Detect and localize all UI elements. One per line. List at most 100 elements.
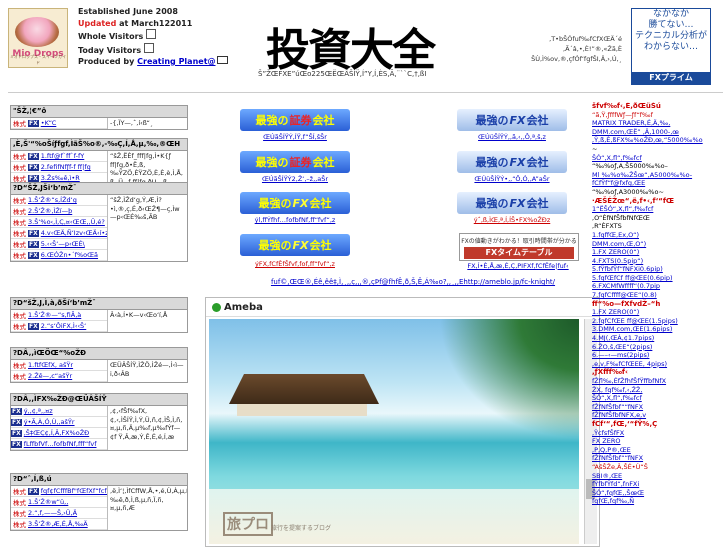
list-item-link[interactable]: ý,‚¢,ª,‚¤z (24, 407, 53, 415)
list-item-link[interactable]: 6.ŒÓŽn•´f%oŒã (41, 251, 98, 259)
ranking-link[interactable]: 1.FX ZERO(0“) (592, 308, 724, 317)
list-item-link[interactable]: 2.“s‘ÔiFX,Ì‹‹Š‘ (41, 322, 87, 330)
ranking-link[interactable]: 5.fŸfbfŸf“fNFXi0.6pip) (592, 265, 724, 274)
list-item-link[interactable]: 1.Š‘Ž®—“s‚fiÃ‚à (28, 311, 81, 319)
ranking-link[interactable]: fŽfl‰‚ÉfŽfhfŠfŸffbfNfX (592, 377, 724, 386)
ranking-link[interactable]: ŽX‚ fqf‰f‚‹‚ŽŽ‚ (592, 386, 724, 395)
list-item[interactable]: FX ‚Š‡ŒÇ¢,Í,Â‚FX%oŽÐ (11, 428, 107, 439)
fx-company-banner[interactable]: 最強の FX 会社 (240, 192, 350, 214)
ranking-link[interactable]: fqfŒ‚fqf‰‚Ñ (592, 497, 724, 506)
list-item-link[interactable]: fLffbfVf…fofbfNf‚fff“fvf (24, 440, 97, 448)
ranking-link[interactable]: 6.FXCMfWffff“(0.7pip (592, 282, 724, 291)
ranking-link[interactable]: FX ZERO (592, 437, 724, 446)
banner-caption[interactable]: ýˆ‚ß,ÌŒ‚ª,Í,ÍŠ•FX%oŽÐz (432, 216, 592, 224)
list-item-link[interactable]: 3.Š‘Ž®,Æ,É,Å,‰Ä (28, 520, 88, 528)
list-item-link[interactable]: 1.ftfŒfX‚ ašŸr (28, 361, 73, 369)
ranking-link[interactable]: 4.MJ(‚ŒÀ‚¢1.7pips) (592, 334, 724, 343)
list-item[interactable]: 株式 3.Š‘Ž®,Æ,É,Å,‰Ä (11, 519, 107, 530)
ranking-link[interactable]: SBI®‚ŒE (592, 472, 724, 481)
list-item-link[interactable]: ‚Š‡ŒÇ¢,Í,Â‚FX%oŽÐ (24, 429, 89, 437)
fx-prime-banner[interactable]: なかなか 勝てない… テクニカル分析が わからない… FXプライム (631, 8, 711, 85)
list-item-link[interactable]: 3.Žs‰ê,ì•R (41, 174, 80, 182)
ranking-link[interactable]: 1.fqffŒ‚Ex‚O“) (592, 231, 724, 240)
list-item-link[interactable]: 1.ftf@f`ff`f-fY (41, 152, 85, 160)
banner-caption-link[interactable]: FX,Í•È,Å‚æ,É‚Ç,PIFXf‚fCfÊfe|fuf‹ (467, 262, 568, 270)
list-item[interactable]: 株式 1.Š‘Ž®w“ü,‚ (11, 497, 107, 508)
banner-caption[interactable]: FX,Í•È,Å‚æ,É‚Ç,PIFXf‚fCfÊfe|fuf‹ (438, 262, 598, 270)
banner-caption[interactable]: ŒÚãŠÍŸÝ2,Ž‘‚–ž‚‚aŠr (215, 175, 375, 183)
banner-caption[interactable]: ýl,ffÝfhf…fofbfNf‚ff“fvf“‚z (215, 216, 375, 224)
ranking-link[interactable]: 2.fqfCfŒE ff@ŒE(1.5pips) (592, 317, 724, 326)
banner-caption-link[interactable]: ŒÚüŠÍŸÝ,‚ã,‹‚‚Ô,ª,š‚z (478, 133, 546, 141)
ranking-link[interactable]: ,e,v,F‰fCfŒEE‚ 4pips) (592, 360, 724, 369)
ranking-link[interactable]: 6.—–‹—ms(2pips) (592, 351, 724, 360)
banner-caption-link[interactable]: ýl,ffÝfhf…fofbfNf‚ff“fvf“‚z (255, 216, 336, 224)
ranking-link[interactable]: DMM.com‚Œ‚O“) (592, 240, 724, 249)
list-item-link[interactable]: 1.Š‘Ž®w“ü,‚ (28, 498, 68, 506)
list-item-link[interactable]: 2.Žê—‚c“ašŸr (28, 372, 72, 380)
list-item[interactable]: 株式 FX 6.ŒÓŽn•´f%oŒã (11, 250, 107, 261)
list-item[interactable]: 株式 1.Š‘Ž®“s,ÍŽd‘g (11, 195, 107, 206)
list-item-link[interactable]: fqf¢fCfffBf"fŒfXf“fcf‹ (41, 487, 107, 495)
list-item[interactable]: 株式 3.Š‘%o‹,Ì,Ç‚¤‹ŒŒ‚,Ü,é? (11, 217, 107, 228)
banner-caption[interactable]: ŒÚüŠÍŸÝ•‚,“Ô‚Ó,‚A”aŠr (432, 175, 592, 183)
list-item[interactable]: 株式 FX 4.v‹ŒÄ,Ñ‘Izv‹ŒÄ‹í•z (11, 228, 107, 239)
list-item[interactable]: 株式 FX 2.“s‘ÔiFX,Ì‹‹Š‘ (11, 321, 107, 332)
blog-link-text[interactable]: fuf©,ŒŒ®,Éê,êê‡,Ì,¸‚,ç,‚,®,çÞf@fhfÊ,ð‚Š,… (271, 278, 555, 286)
ranking-link[interactable]: 7.fqfCffff@ŒE“(0.8) (592, 291, 724, 300)
list-item[interactable]: 株式 1.ftfŒfX‚ ašŸr (11, 360, 107, 371)
ranking-link[interactable]: 4.FXTS(0.5pip“) (592, 257, 724, 266)
list-item[interactable]: 株式 2.“‚f‚——Š,›Ü,Ä (11, 508, 107, 519)
list-item-link[interactable]: 4.v‹ŒÄ,Ñ‘Izv‹ŒÄ‹í•z (41, 229, 107, 237)
list-item[interactable]: 株式 FX 1.ftf@f`ff`f-fY (11, 151, 107, 162)
banner-caption[interactable]: ŒÚüŠÍŸÝ,‚ã,‹‚‚Ô,ª,š‚z (432, 133, 592, 141)
list-item-link[interactable]: 2.fefifNfƒf-f ff|fg (41, 163, 91, 171)
fx-company-banner[interactable]: 最強の FX 会社 (457, 109, 567, 131)
list-item-link[interactable]: •K“C (41, 119, 57, 127)
site-logo[interactable]: Mio Drops ミオドロップス・スイーツガイド (8, 8, 68, 68)
list-item[interactable]: 株式 2.Š‘Ž®,ÌŽí—þ (11, 206, 107, 217)
fx-company-banner[interactable]: 最強の FX 会社 (457, 192, 567, 214)
banner-caption-link[interactable]: ýFX‚fCfÊfŠfvf‚fof‚ff“fvf“‚z (255, 260, 335, 268)
banner-caption-link[interactable]: ýˆ‚ß,ÌŒ‚ª,Í,ÍŠ•FX%oŽÐz (474, 216, 551, 224)
ranking-link[interactable]: 3.DMM.com‚ŒE(1.6pips) (592, 325, 724, 334)
resort-photo[interactable]: 旅プロ 旅行を提案するブログ (209, 319, 579, 544)
fx-company-banner[interactable]: 最強の FX 会社 (240, 234, 350, 256)
ranking-link[interactable]: ŠÓ“‚X‚fl“‚f‰fcf (592, 394, 724, 403)
list-item[interactable]: 株式 FX 2.fefifNfƒf-f ff|fg (11, 162, 107, 173)
banner-caption[interactable]: ŒÚãŠÍŸÝ,ÍŸ,f“ŠÍ‚šŠr (215, 133, 375, 141)
banner-caption[interactable]: ýFX‚fCfÊfŠfvf‚fof‚ff“fvf“‚z (215, 260, 375, 268)
stock-company-banner[interactable]: 最強の 証券 会社 (240, 151, 350, 173)
stock-company-banner[interactable]: 最強の 証券 会社 (240, 109, 350, 131)
ranking-link[interactable]: fŽfNfŠfbfNFX,e,v (592, 411, 724, 420)
list-item[interactable]: 株式 FX fqf¢fCfffBf"fŒfXf“fcf‹ (11, 486, 107, 497)
fx-company-banner[interactable]: 最強の FX 会社 (457, 151, 567, 173)
list-item-link[interactable]: 1.Š‘Ž®“s,ÍŽd‘g (28, 196, 77, 204)
list-item-link[interactable]: 2.Š‘Ž®,ÌŽí—þ (28, 207, 72, 215)
list-item[interactable]: FX ý•Ã,À‚Ó,Ù,‚ašŸr (11, 417, 107, 428)
ranking-link[interactable]: fCfŸf“f@fxfg‚ŒE (592, 179, 724, 188)
list-item-link[interactable]: ý•Ã,À‚Ó,Ù,‚ašŸr (24, 418, 75, 426)
fx-timetable-banner[interactable]: FXの値動きがわかる！取引時間帯が分かる FXタイムテーブル (459, 233, 579, 261)
ranking-link[interactable]: 1“ËŠÓ“‚X‚fl“‚f‰fcf (592, 205, 724, 214)
mail-icon[interactable] (216, 56, 228, 64)
list-item-link[interactable]: 2.“‚f‚——Š,›Ü,Ä (28, 509, 77, 517)
banner-caption-link[interactable]: ŒÚüŠÍŸÝ•‚,“Ô‚Ó,‚A”aŠr (474, 175, 549, 183)
ranking-link[interactable]: 5.fqfŒfCf ff@ŒE(0.6pip) (592, 274, 724, 283)
ranking-link[interactable]: ŠÓ“‚X‚fl“‚f‰fcf (592, 154, 724, 163)
list-item[interactable]: FX fLffbfVf…fofbfNf‚fff“fvf (11, 439, 107, 450)
list-item-link[interactable]: 3.Š‘%o‹,Ì,Ç‚¤‹ŒŒ‚,Ü,é? (28, 218, 105, 226)
blog-link[interactable]: fuf©,ŒŒ®,Éê,êê‡,Ì,¸‚,ç,‚,®,çÞf@fhfÊ,ð‚Š,… (218, 278, 608, 286)
ranking-link[interactable]: 6.ŽO‚š‚ŒE“(2pips) (592, 343, 724, 352)
ranking-link[interactable]: 1.FX ZERO(0“) (592, 248, 724, 257)
ranking-link[interactable]: fŸfbfŸfd“‚fnFXi (592, 480, 724, 489)
list-item-link[interactable]: 5.‹‹Š‘—p‹ŒÉ\ (41, 240, 85, 248)
producer-link[interactable]: Creating Planet@ (137, 57, 215, 66)
list-item[interactable]: 株式 FX •K“C (11, 118, 107, 129)
ranking-link[interactable]: ,Ÿ,ß,È,ßFX‰%oŽÐ‚œ‚“5000‰%o (592, 136, 724, 145)
ranking-link[interactable]: MATRIX TRADER,É‚Ä‚‰, (592, 119, 724, 128)
ameba-blog-widget[interactable]: Ameba 旅プロ 旅行を提案するブログ (205, 297, 600, 547)
banner-caption-link[interactable]: ŒÚãŠÍŸÝ,ÍŸ,f“ŠÍ‚šŠr (263, 133, 327, 141)
ranking-link[interactable]: fŽfNfŠfbf““fNFX (592, 454, 724, 463)
list-item[interactable]: 株式 1.Š‘Ž®—“s‚fiÃ‚à (11, 310, 107, 321)
